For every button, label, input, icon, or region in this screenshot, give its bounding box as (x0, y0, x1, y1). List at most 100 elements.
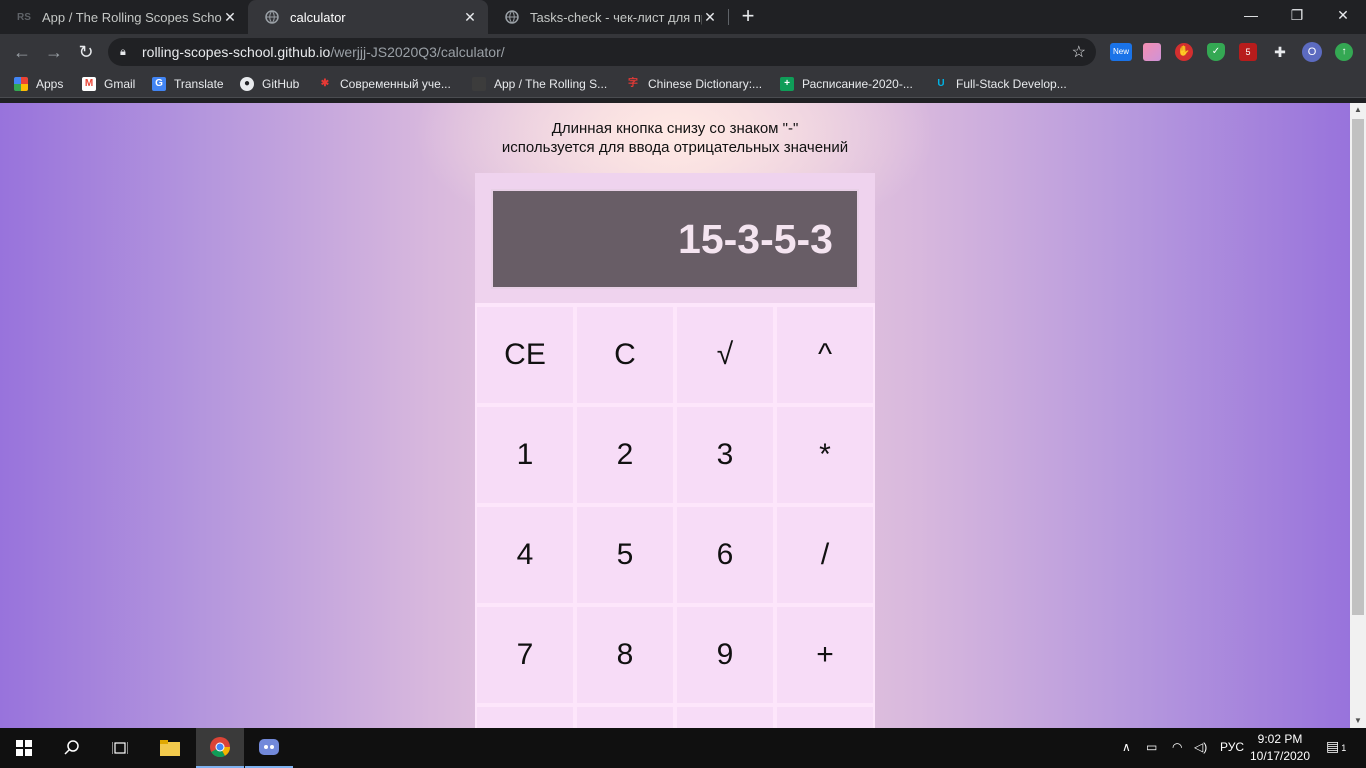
profile-avatar[interactable]: O (1302, 42, 1322, 62)
taskbar-clock[interactable]: 9:02 PM 10/17/2020 (1242, 731, 1318, 765)
key-clear-entry[interactable]: CE (477, 307, 573, 403)
key-4[interactable]: 4 (477, 507, 573, 603)
bookmark-github[interactable]: ● GitHub (240, 75, 299, 93)
new-tab-button[interactable]: + (737, 5, 759, 27)
page-scrollbar[interactable]: ▲ ▼ (1350, 103, 1366, 728)
tab-title: Tasks-check - чек-лист для пров (530, 9, 702, 25)
discord-icon[interactable] (245, 728, 293, 768)
back-arrow-icon[interactable]: ← (10, 40, 34, 64)
github-icon: ● (240, 77, 254, 91)
close-window-button[interactable]: ✕ (1320, 0, 1366, 30)
rs-icon (472, 77, 486, 91)
file-explorer-icon[interactable] (146, 728, 194, 768)
chrome-icon[interactable] (196, 728, 244, 768)
bookmark-label: GitHub (262, 77, 300, 91)
clock-time: 9:02 PM (1257, 732, 1303, 746)
update-icon[interactable]: ↑ (1335, 43, 1353, 61)
tab-title: App / The Rolling Scopes School (42, 9, 222, 25)
new-extension-icon[interactable]: New (1110, 43, 1132, 61)
key-3[interactable]: 3 (677, 407, 773, 503)
key-6[interactable]: 6 (677, 507, 773, 603)
task-view-icon[interactable] (96, 728, 144, 768)
bookmark-star-icon[interactable]: ☆ (1072, 42, 1086, 62)
key-multiply[interactable]: * (777, 407, 873, 503)
key-7[interactable]: 7 (477, 607, 573, 703)
reload-icon[interactable]: ↻ (74, 40, 98, 64)
bookmark-gmail[interactable]: M Gmail (82, 75, 135, 93)
notification-count: 1 (1341, 743, 1347, 753)
bookmark-label: Full-Stack Develop... (956, 77, 1067, 91)
url-host: rolling-scopes-school.github.io (142, 44, 331, 60)
restore-button[interactable]: ❐ (1274, 0, 1320, 30)
key-row5-col3[interactable] (677, 707, 773, 728)
sheets-icon: + (780, 77, 794, 91)
close-icon[interactable]: ✕ (222, 9, 238, 25)
key-plus[interactable]: + (777, 607, 873, 703)
key-sqrt[interactable]: √ (677, 307, 773, 403)
language-indicator[interactable]: РУС (1220, 740, 1244, 754)
lock-icon: 🔒︎ (120, 45, 126, 58)
bookmark-chinese-dictionary[interactable]: 字 Chinese Dictionary:... (626, 75, 762, 93)
new-badge: New (1112, 47, 1129, 56)
display-panel: 15-3-5-3 (475, 173, 875, 303)
notifications-icon[interactable]: ▤ 1 (1326, 738, 1346, 755)
bookmark-label: Apps (36, 77, 64, 91)
bookmark-translate[interactable]: G Translate (152, 75, 224, 93)
battery-icon[interactable]: ▭ (1146, 740, 1157, 754)
windows-start-icon[interactable] (0, 728, 48, 768)
bookmarks-bar: Apps M Gmail G Translate ● GitHub ✱ Совр… (0, 70, 1366, 98)
tab-strip: RS App / The Rolling Scopes School ✕ cal… (0, 0, 1366, 34)
bookmark-label: Gmail (104, 77, 136, 91)
calculator-display: 15-3-5-3 (491, 189, 859, 289)
key-row5-col1[interactable] (477, 707, 573, 728)
close-icon[interactable]: ✕ (702, 9, 718, 25)
key-8[interactable]: 8 (577, 607, 673, 703)
volume-icon[interactable]: ◁) (1194, 740, 1207, 754)
key-2[interactable]: 2 (577, 407, 673, 503)
scrollbar-thumb[interactable] (1352, 119, 1364, 615)
rs-favicon-icon: RS (17, 11, 31, 23)
clock-date: 10/17/2020 (1249, 749, 1311, 763)
shield-icon[interactable]: ✓ (1207, 43, 1225, 61)
bookmark-label: Современный уче... (340, 77, 451, 91)
adblock-icon[interactable]: ✋ (1175, 43, 1193, 61)
hint-line-2: используется для ввода отрицательных зна… (501, 139, 849, 156)
key-1[interactable]: 1 (477, 407, 573, 503)
bookmark-schedule[interactable]: + Расписание-2020-... (780, 75, 913, 93)
key-row5-col2[interactable] (577, 707, 673, 728)
key-divide[interactable]: / (777, 507, 873, 603)
scroll-down-icon[interactable]: ▼ (1350, 714, 1366, 728)
bookmark-rolling-scopes[interactable]: App / The Rolling S... (472, 75, 607, 93)
tab-separator (728, 9, 729, 25)
key-5[interactable]: 5 (577, 507, 673, 603)
bookmark-full-stack[interactable]: U Full-Stack Develop... (934, 75, 1067, 93)
tab-rolling-scopes[interactable]: RS App / The Rolling Scopes School ✕ (0, 0, 248, 34)
gradient-extension-icon[interactable] (1143, 43, 1161, 61)
bookmark-modern-textbook[interactable]: ✱ Современный уче... (318, 75, 451, 93)
bookmark-label: Translate (174, 77, 224, 91)
calculator: 15-3-5-3 CE C √ ^ 1 2 3 * 4 5 6 / 7 8 9 … (475, 173, 875, 728)
key-clear[interactable]: C (577, 307, 673, 403)
bookmark-icon: ✱ (320, 78, 330, 89)
scroll-up-icon[interactable]: ▲ (1350, 103, 1366, 117)
search-icon[interactable] (48, 728, 96, 768)
extension-count-badge: 5 (1245, 47, 1251, 57)
key-9[interactable]: 9 (677, 607, 773, 703)
globe-icon (264, 9, 280, 25)
tab-calculator[interactable]: calculator ✕ (248, 0, 488, 34)
address-bar[interactable]: 🔒︎ rolling-scopes-school.github.io/werjj… (108, 38, 1096, 66)
tab-tasks-check[interactable]: Tasks-check - чек-лист для пров ✕ (488, 0, 728, 34)
puzzle-icon[interactable]: ✚ (1271, 43, 1289, 61)
forward-arrow-icon[interactable]: → (42, 40, 66, 64)
tray-chevron-icon[interactable]: ∧ (1122, 740, 1131, 754)
url-path: /werjjj-JS2020Q3/calculator/ (330, 44, 505, 60)
bookmark-apps[interactable]: Apps (14, 75, 63, 93)
page-viewport: Длинная кнопка снизу со знаком "-" испол… (0, 103, 1350, 728)
close-icon[interactable]: ✕ (462, 9, 478, 25)
wifi-icon[interactable]: ◠ (1172, 740, 1182, 754)
minimize-button[interactable]: — (1228, 0, 1274, 30)
bookmark-label: Chinese Dictionary:... (648, 77, 763, 91)
key-power[interactable]: ^ (777, 307, 873, 403)
key-row5-col4[interactable] (777, 707, 873, 728)
lastpass-icon[interactable]: 5 (1239, 43, 1257, 61)
